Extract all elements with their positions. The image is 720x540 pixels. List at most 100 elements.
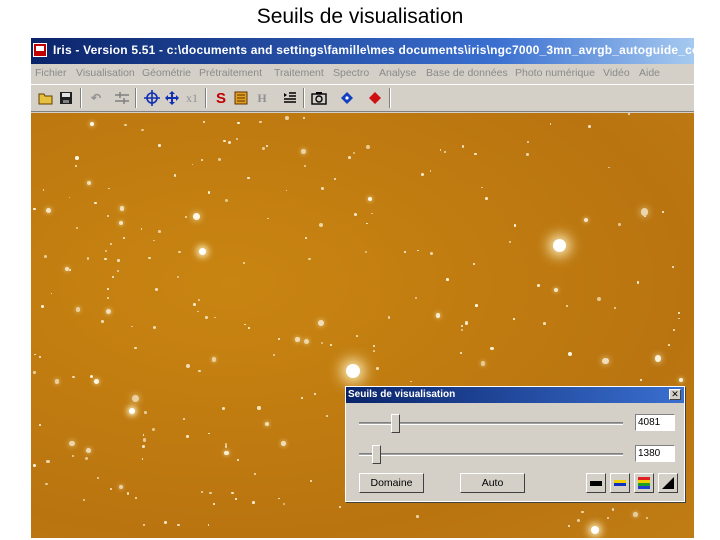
star-point	[566, 304, 569, 307]
menu-spectro[interactable]: Spectro	[333, 67, 369, 79]
star-point	[373, 345, 376, 348]
star-point	[142, 444, 146, 448]
star-point	[318, 319, 325, 326]
star-point	[465, 322, 468, 326]
star-point	[191, 163, 194, 166]
star-point	[153, 239, 155, 242]
crosshair-icon[interactable]	[143, 89, 161, 107]
menu-video[interactable]: Vidéo	[603, 67, 630, 79]
menu-base-de-donnees[interactable]: Base de données	[426, 67, 508, 79]
star-point	[366, 222, 369, 225]
star-point	[108, 187, 110, 190]
save-icon[interactable]	[57, 89, 75, 107]
dialog-title-bar[interactable]: Seuils de visualisation ✕	[346, 387, 684, 403]
auto-button[interactable]: Auto	[460, 473, 525, 493]
star-point	[224, 198, 228, 202]
star-point	[410, 380, 412, 383]
star-point	[68, 196, 71, 199]
undo-icon[interactable]: ↶	[87, 89, 105, 107]
bright-star	[591, 526, 599, 534]
menu-visualisation[interactable]: Visualisation	[76, 67, 135, 79]
star-point	[481, 186, 483, 189]
blue-yellow-palette-icon[interactable]	[610, 473, 630, 493]
menu-analyse[interactable]: Analyse	[379, 67, 416, 79]
iris-app-icon[interactable]	[33, 43, 47, 57]
star-point	[429, 170, 432, 172]
menu-traitement[interactable]: Traitement	[274, 67, 324, 79]
star-point	[618, 223, 621, 226]
menu-geometrie[interactable]: Géométrie	[142, 67, 191, 79]
star-point	[300, 148, 306, 154]
star-point	[152, 325, 157, 329]
camera-icon[interactable]	[310, 89, 328, 107]
star-point	[158, 143, 161, 147]
star-point	[140, 227, 143, 230]
star-point	[224, 450, 229, 455]
star-point	[120, 206, 125, 211]
star-point	[607, 166, 610, 169]
menu-aide[interactable]: Aide	[639, 67, 660, 79]
gradient-palette-icon[interactable]	[658, 473, 678, 493]
star-point	[75, 307, 81, 312]
star-point	[672, 266, 674, 268]
red-diamond-icon[interactable]	[366, 89, 384, 107]
star-point	[576, 519, 580, 523]
star-point	[224, 442, 227, 445]
close-icon[interactable]: ✕	[669, 389, 681, 400]
low-threshold-input[interactable]: 1380	[635, 445, 675, 462]
high-threshold-slider-thumb[interactable]	[391, 414, 400, 433]
low-threshold-track[interactable]	[359, 453, 623, 456]
star-point	[588, 125, 592, 128]
star-point	[89, 121, 95, 127]
star-point	[404, 251, 407, 254]
star-point	[222, 406, 226, 410]
star-point	[177, 275, 180, 278]
star-point	[43, 254, 48, 259]
star-point	[72, 454, 75, 457]
rainbow-palette-icon[interactable]	[634, 473, 654, 493]
star-point	[371, 212, 373, 215]
threshold-icon[interactable]	[113, 89, 131, 107]
star-point	[202, 120, 205, 124]
red-s-icon[interactable]: S	[212, 89, 230, 107]
star-point	[34, 353, 36, 356]
star-point	[553, 287, 558, 292]
star-point	[285, 189, 288, 192]
high-threshold-input[interactable]: 4081	[635, 414, 675, 431]
star-point	[46, 459, 51, 464]
star-point	[536, 284, 540, 288]
star-point	[134, 346, 137, 350]
star-point	[50, 292, 53, 295]
star-point	[257, 406, 261, 410]
star-point	[314, 392, 317, 395]
star-point	[235, 497, 237, 500]
blue-diamond-icon[interactable]	[338, 89, 356, 107]
star-point	[106, 296, 109, 299]
window-title-bar[interactable]: Iris - Version 5.51 - c:\documents and s…	[31, 38, 694, 64]
zoom-x1-icon[interactable]: x1	[183, 89, 201, 107]
menu-fichier[interactable]: Fichier	[35, 67, 67, 79]
low-threshold-slider-thumb[interactable]	[372, 445, 381, 464]
star-point	[259, 120, 262, 124]
star-point	[85, 447, 91, 453]
star-point	[439, 149, 442, 151]
histogram-icon[interactable]	[232, 89, 250, 107]
h-icon[interactable]: H	[253, 89, 271, 107]
star-point	[244, 323, 246, 326]
star-point	[116, 269, 120, 273]
domain-button[interactable]: Domaine	[359, 473, 424, 493]
star-point	[83, 499, 86, 502]
star-point	[443, 151, 446, 154]
star-point	[602, 357, 609, 365]
black-palette-icon[interactable]	[586, 473, 606, 493]
menu-photo-numerique[interactable]: Photo numérique	[515, 67, 595, 79]
star-point	[295, 337, 300, 342]
move-icon[interactable]	[163, 89, 181, 107]
menu-pretraitement[interactable]: Prétraitement	[199, 67, 262, 79]
star-point	[69, 269, 71, 271]
star-point	[227, 140, 231, 144]
star-point	[253, 472, 257, 475]
star-point	[596, 296, 601, 301]
list-icon[interactable]	[281, 89, 299, 107]
open-folder-icon[interactable]	[37, 89, 55, 107]
